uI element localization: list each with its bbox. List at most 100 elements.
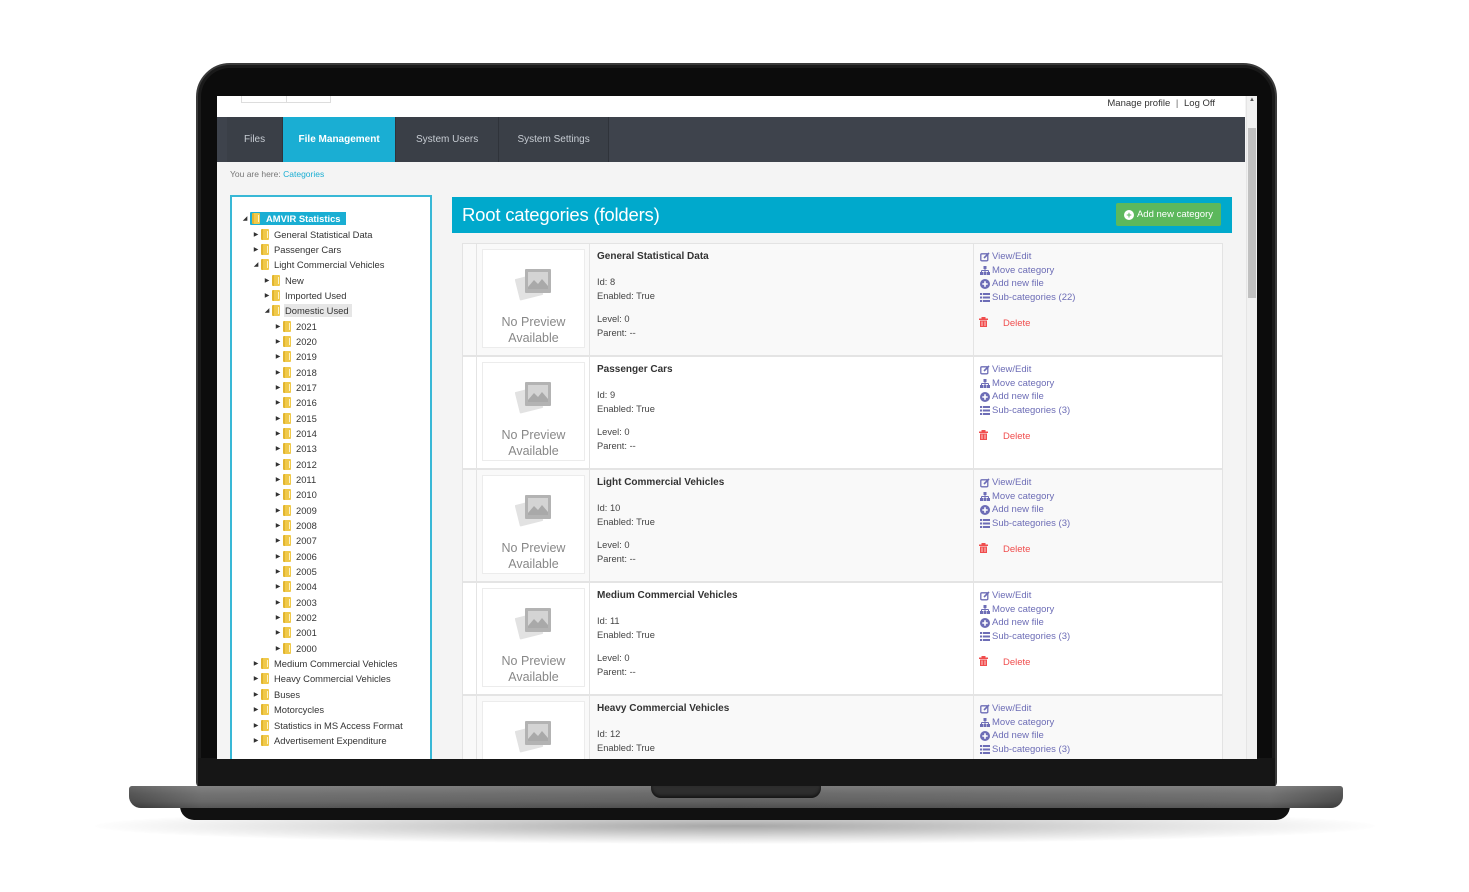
tree-node[interactable]: ▶ 2004: [240, 579, 406, 594]
tree-node-label[interactable]: New: [284, 274, 307, 287]
breadcrumb-categories-link[interactable]: Categories: [283, 169, 324, 179]
manage-profile-link[interactable]: Manage profile: [1107, 98, 1170, 109]
tree-node-label[interactable]: Statistics in MS Access Format: [273, 719, 406, 732]
expand-caret-icon[interactable]: ▶: [262, 292, 272, 299]
tree-node-root[interactable]: ◢ AMVIR Statistics: [240, 211, 406, 226]
tree-node[interactable]: ▶ 2000: [240, 641, 406, 656]
tree-node[interactable]: ▶ 2012: [240, 457, 406, 472]
tree-node[interactable]: ▶ 2006: [240, 549, 406, 564]
tab-system-settings[interactable]: System Settings: [499, 117, 610, 162]
expand-caret-icon[interactable]: ▶: [273, 323, 283, 330]
add-new-category-button[interactable]: + Add new category: [1115, 203, 1221, 226]
tree-node[interactable]: ▶ Medium Commercial Vehicles: [240, 656, 406, 671]
tree-node-label[interactable]: Imported Used: [284, 289, 350, 302]
expand-caret-icon[interactable]: ▶: [273, 338, 283, 345]
expand-caret-icon[interactable]: ▶: [273, 430, 283, 437]
delete-link[interactable]: Delete: [979, 656, 1217, 669]
tree-node[interactable]: ▶ 2008: [240, 518, 406, 533]
tree-node-label[interactable]: General Statistical Data: [273, 228, 375, 241]
tree-node-label[interactable]: Heavy Commercial Vehicles: [273, 672, 394, 685]
tree-node-label[interactable]: 2017: [295, 381, 320, 394]
tree-node-label[interactable]: 2008: [295, 519, 320, 532]
tree-node[interactable]: ▶ 2020: [240, 334, 406, 349]
tree-node[interactable]: ▶ 2010: [240, 487, 406, 502]
tree-node-label[interactable]: Passenger Cars: [273, 243, 344, 256]
expand-caret-icon[interactable]: ▶: [273, 522, 283, 529]
tree-node-label[interactable]: 2021: [295, 320, 320, 333]
tree-node-label[interactable]: 2001: [295, 626, 320, 639]
delete-link[interactable]: Delete: [979, 317, 1217, 330]
tree-node[interactable]: ▶ 2017: [240, 380, 406, 395]
sub-categories-link[interactable]: Sub-categories (3): [979, 630, 1217, 644]
view-edit-link[interactable]: View/Edit: [979, 589, 1217, 603]
sub-categories-link[interactable]: Sub-categories (3): [979, 404, 1217, 418]
tree-node-label[interactable]: 2003: [295, 596, 320, 609]
expand-caret-icon[interactable]: ▶: [273, 629, 283, 636]
tree-node-label[interactable]: 2020: [295, 335, 320, 348]
tree-node[interactable]: ◢ Domestic Used: [240, 303, 406, 318]
delete-link[interactable]: Delete: [979, 543, 1217, 556]
expand-caret-icon[interactable]: ▶: [251, 737, 261, 744]
tree-node-label[interactable]: 2002: [295, 611, 320, 624]
expand-caret-icon[interactable]: ▶: [273, 537, 283, 544]
tab-system-users[interactable]: System Users: [396, 117, 500, 162]
tree-node-label[interactable]: 2004: [295, 580, 320, 593]
move-category-link[interactable]: Move category: [979, 377, 1217, 391]
site-logo[interactable]: [241, 96, 331, 103]
log-off-link[interactable]: Log Off: [1184, 98, 1215, 109]
expand-caret-icon[interactable]: ▶: [273, 599, 283, 606]
tree-node[interactable]: ▶ Imported Used: [240, 288, 406, 303]
sub-categories-link[interactable]: Sub-categories (3): [979, 743, 1217, 757]
tree-node[interactable]: ▶ 2003: [240, 595, 406, 610]
tree-node-label[interactable]: 2005: [295, 565, 320, 578]
row-drag-handle[interactable]: [463, 696, 477, 759]
expand-caret-icon[interactable]: ▶: [273, 415, 283, 422]
add-new-file-link[interactable]: Add new file: [979, 729, 1217, 743]
tree-node-label[interactable]: 2009: [295, 504, 320, 517]
tree-node[interactable]: ▶ 2019: [240, 349, 406, 364]
add-new-file-link[interactable]: Add new file: [979, 277, 1217, 291]
move-category-link[interactable]: Move category: [979, 490, 1217, 504]
expand-caret-icon[interactable]: ▶: [273, 461, 283, 468]
expand-caret-icon[interactable]: ▶: [273, 476, 283, 483]
tree-root-label[interactable]: AMVIR Statistics: [264, 212, 346, 226]
tree-node-label[interactable]: Buses: [273, 688, 303, 701]
expand-caret-icon[interactable]: ▶: [273, 507, 283, 514]
expand-caret-icon[interactable]: ▶: [251, 246, 261, 253]
expand-caret-icon[interactable]: ▶: [251, 691, 261, 698]
move-category-link[interactable]: Move category: [979, 603, 1217, 617]
tree-node[interactable]: ▶ 2009: [240, 503, 406, 518]
expand-caret-icon[interactable]: ▶: [262, 277, 272, 284]
expand-caret-icon[interactable]: ▶: [273, 369, 283, 376]
tree-node-label[interactable]: 2000: [295, 642, 320, 655]
delete-link[interactable]: Delete: [979, 430, 1217, 443]
tree-node[interactable]: ▶ 2018: [240, 364, 406, 379]
expand-caret-icon[interactable]: ▶: [251, 722, 261, 729]
view-edit-link[interactable]: View/Edit: [979, 250, 1217, 264]
tree-node-label[interactable]: Medium Commercial Vehicles: [273, 657, 400, 670]
add-new-file-link[interactable]: Add new file: [979, 390, 1217, 404]
tree-node-label[interactable]: 2006: [295, 550, 320, 563]
tab-files[interactable]: Files: [227, 117, 284, 162]
expand-caret-icon[interactable]: ▶: [273, 491, 283, 498]
tree-node[interactable]: ▶ 2013: [240, 441, 406, 456]
tree-node[interactable]: ▶ 2001: [240, 625, 406, 640]
expand-caret-icon[interactable]: ▶: [251, 675, 261, 682]
page-scrollbar[interactable]: ▲: [1246, 96, 1257, 759]
tree-node[interactable]: ▶ Buses: [240, 687, 406, 702]
expand-caret-icon[interactable]: ▶: [251, 660, 261, 667]
row-drag-handle[interactable]: [463, 470, 477, 581]
tree-node-label[interactable]: 2018: [295, 366, 320, 379]
expand-caret-icon[interactable]: ▶: [273, 568, 283, 575]
add-new-file-link[interactable]: Add new file: [979, 616, 1217, 630]
tree-node-label[interactable]: 2019: [295, 350, 320, 363]
sub-categories-link[interactable]: Sub-categories (3): [979, 517, 1217, 531]
tree-node[interactable]: ▶ Advertisement Expenditure: [240, 733, 406, 748]
tree-node[interactable]: ▶ Passenger Cars: [240, 242, 406, 257]
tree-node[interactable]: ▶ Statistics in MS Access Format: [240, 717, 406, 732]
tree-node-label[interactable]: 2011: [295, 473, 319, 486]
add-new-file-link[interactable]: Add new file: [979, 503, 1217, 517]
tree-node-label[interactable]: Advertisement Expenditure: [273, 734, 390, 747]
view-edit-link[interactable]: View/Edit: [979, 476, 1217, 490]
tree-node[interactable]: ▶ 2011: [240, 472, 406, 487]
